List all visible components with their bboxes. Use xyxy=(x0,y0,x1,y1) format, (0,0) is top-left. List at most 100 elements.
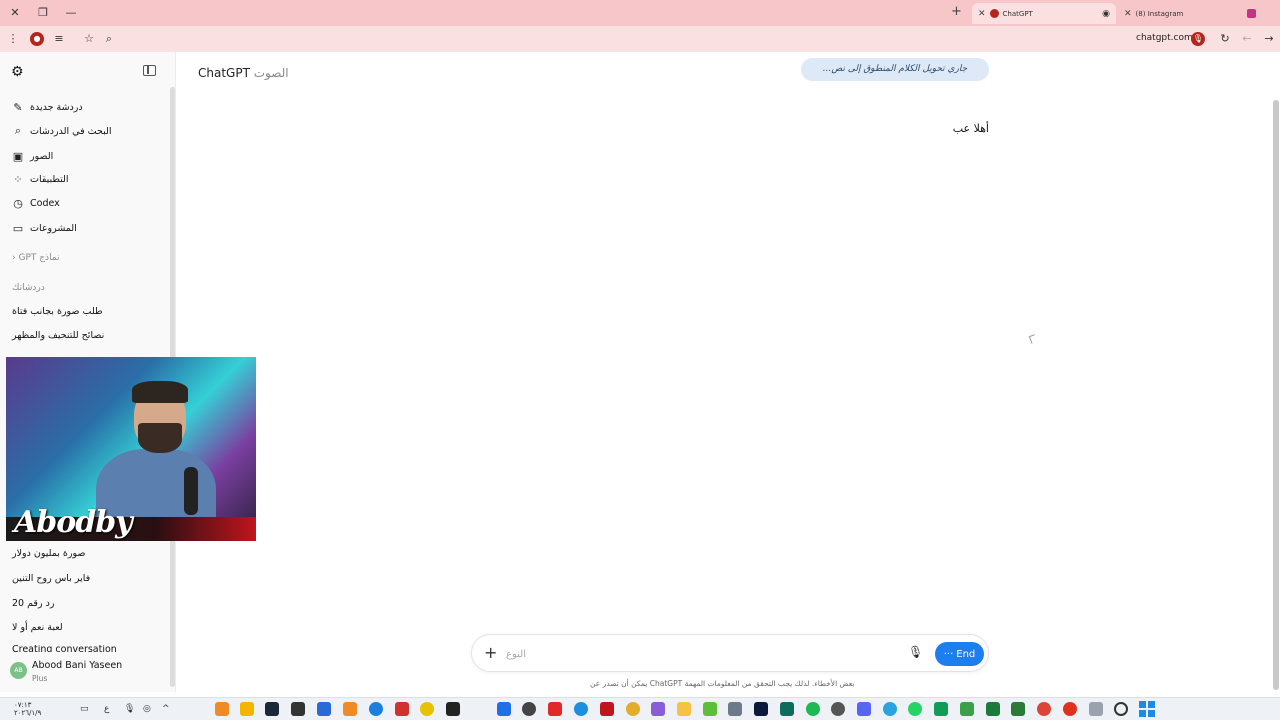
telegram-icon[interactable] xyxy=(883,702,897,716)
recording-icon[interactable]: ● xyxy=(30,32,44,46)
spotify-icon[interactable] xyxy=(806,702,820,716)
model-name: ChatGPT xyxy=(198,66,250,80)
app-icon[interactable] xyxy=(548,702,562,716)
user-profile[interactable]: AB Abood Bani Yaseen Plus xyxy=(0,652,176,692)
app-icon[interactable] xyxy=(986,702,1000,716)
search-icon[interactable] xyxy=(1114,702,1128,716)
microphone-icon[interactable]: 🎙 xyxy=(908,645,923,659)
app-icon[interactable] xyxy=(420,702,434,716)
minimize-window-icon[interactable]: — xyxy=(62,4,80,22)
sidebar-item-codex[interactable]: ◷ Codex xyxy=(12,193,60,213)
gpts-label: نماذج GPT xyxy=(18,253,60,263)
restore-window-icon[interactable]: ❐ xyxy=(34,4,52,22)
tab-close-icon[interactable]: ✕ xyxy=(978,9,986,19)
chrome-icon[interactable] xyxy=(1037,702,1051,716)
app-icon[interactable] xyxy=(831,702,845,716)
photoshop-icon[interactable] xyxy=(754,702,768,716)
app-icon[interactable] xyxy=(600,702,614,716)
chevron-left-icon: ‹ xyxy=(12,253,16,263)
end-voice-button[interactable]: ··· End xyxy=(935,642,984,666)
tab-title: (8) Instagram xyxy=(1135,9,1184,18)
windows-start-icon[interactable] xyxy=(1139,701,1155,717)
taskbar-clock[interactable]: ٠٧:١٣ ٢٠٢٦/١/٩ xyxy=(14,701,41,717)
close-window-icon[interactable]: ✕ xyxy=(6,4,24,22)
app-icon[interactable] xyxy=(626,702,640,716)
browser-toolbar: ⋮ ● ≡ ☆ ⌕ chatgpt.com 🎙 ↻ ← → xyxy=(0,26,1280,52)
chat-list-item[interactable]: صورة بمليون دولار xyxy=(12,548,85,559)
app-icon[interactable] xyxy=(1011,702,1025,716)
chat-list-item[interactable]: طلب صورة بجانب فتاة xyxy=(12,306,103,317)
user-message: أهلا عب xyxy=(952,122,989,135)
search-icon: ⌕ xyxy=(14,124,22,137)
bookmark-star-icon[interactable]: ☆ xyxy=(80,30,98,48)
taskbar: ٠٧:١٣ ٢٠٢٦/١/٩ ▭ ع 🎙 ◎ ^ xyxy=(0,697,1280,720)
tab-instagram[interactable]: ✕ (8) Instagram xyxy=(1118,3,1262,24)
microphone-icon xyxy=(184,467,198,515)
app-icon[interactable] xyxy=(651,702,665,716)
app-icon[interactable] xyxy=(215,702,229,716)
app-icon[interactable] xyxy=(703,702,717,716)
sidebar-item-search[interactable]: ⌕ البحث في الدردشات xyxy=(12,121,112,141)
tab-chatgpt[interactable]: ✕ ChatGPT ◉ xyxy=(972,3,1116,24)
calculator-icon[interactable] xyxy=(728,702,742,716)
microphone-in-use-icon[interactable]: 🎙 xyxy=(1191,32,1205,46)
chat-list-item[interactable]: نصائح للتنحيف والمظهر xyxy=(12,330,104,341)
extensions-icon[interactable]: ≡ xyxy=(50,30,68,48)
app-icon[interactable] xyxy=(960,702,974,716)
app-icon[interactable] xyxy=(780,702,794,716)
streamer-logo: Abodby xyxy=(14,505,133,540)
back-icon[interactable]: → xyxy=(1260,30,1278,48)
app-icon[interactable] xyxy=(934,702,948,716)
gpts-section[interactable]: نماذج GPT ‹ xyxy=(12,253,60,263)
chevron-up-icon[interactable]: ^ xyxy=(162,704,170,714)
sidebar-item-new-chat[interactable]: ✎ دردشة جديدة xyxy=(12,97,82,117)
file-explorer-icon[interactable] xyxy=(677,702,691,716)
sidebar-toggle-icon[interactable] xyxy=(143,65,156,76)
app-icon[interactable] xyxy=(343,702,357,716)
audio-icon[interactable]: ◉ xyxy=(1102,9,1110,19)
discord-icon[interactable] xyxy=(857,702,871,716)
app-icon[interactable] xyxy=(446,702,460,716)
chat-list-item[interactable]: رد رقم 20 xyxy=(12,598,54,609)
new-tab-icon[interactable]: + xyxy=(951,4,962,19)
menu-dots-icon[interactable]: ⋮ xyxy=(4,30,22,48)
whatsapp-icon[interactable] xyxy=(908,702,922,716)
main-scrollbar[interactable] xyxy=(1273,100,1279,690)
url-bar[interactable]: chatgpt.com xyxy=(1136,33,1193,43)
reload-icon[interactable]: ↻ xyxy=(1216,30,1234,48)
chat-list-item[interactable]: Creating conversation xyxy=(12,645,117,652)
sidebar-item-apps[interactable]: ⁘ التطبيقات xyxy=(12,169,68,189)
sidebar-item-images[interactable]: ▣ الصور xyxy=(12,146,53,166)
avatar: AB xyxy=(10,662,27,679)
prompt-input[interactable] xyxy=(506,644,906,664)
opera-icon[interactable] xyxy=(1063,702,1077,716)
sidebar-item-label: البحث في الدردشات xyxy=(30,125,112,137)
user-plan: Plus xyxy=(32,674,48,683)
attach-plus-icon[interactable]: + xyxy=(484,644,497,662)
app-icon[interactable] xyxy=(317,702,331,716)
app-icon[interactable] xyxy=(522,702,536,716)
page-title[interactable]: ChatGPT الصوت xyxy=(198,66,289,80)
sidebar-item-label: Codex xyxy=(30,197,60,209)
microphone-icon[interactable]: 🎙 xyxy=(124,704,135,714)
user-name: Abood Bani Yaseen xyxy=(32,660,123,671)
zoom-icon[interactable]: ⌕ xyxy=(100,30,118,48)
language-indicator[interactable]: ع xyxy=(104,704,109,714)
app-icon[interactable] xyxy=(497,702,511,716)
chat-list-item[interactable]: لعبة نعم أو لا xyxy=(12,622,63,633)
sidebar-item-projects[interactable]: ▭ المشروعات xyxy=(12,218,77,238)
network-icon[interactable]: ◎ xyxy=(143,704,151,714)
app-icon[interactable] xyxy=(574,702,588,716)
battery-icon[interactable]: ▭ xyxy=(80,704,89,714)
app-icon[interactable] xyxy=(395,702,409,716)
app-icon[interactable] xyxy=(291,702,305,716)
task-view-icon[interactable] xyxy=(1089,702,1103,716)
forward-icon[interactable]: ← xyxy=(1238,30,1256,48)
openai-logo-icon[interactable]: ⚙ xyxy=(11,64,24,80)
waveform-icon: ··· xyxy=(943,648,954,660)
app-icon[interactable] xyxy=(369,702,383,716)
steam-icon[interactable] xyxy=(265,702,279,716)
chat-list-item[interactable]: فاير باس روح التنين xyxy=(12,573,90,584)
app-icon[interactable] xyxy=(240,702,254,716)
tab-close-icon[interactable]: ✕ xyxy=(1124,9,1132,19)
